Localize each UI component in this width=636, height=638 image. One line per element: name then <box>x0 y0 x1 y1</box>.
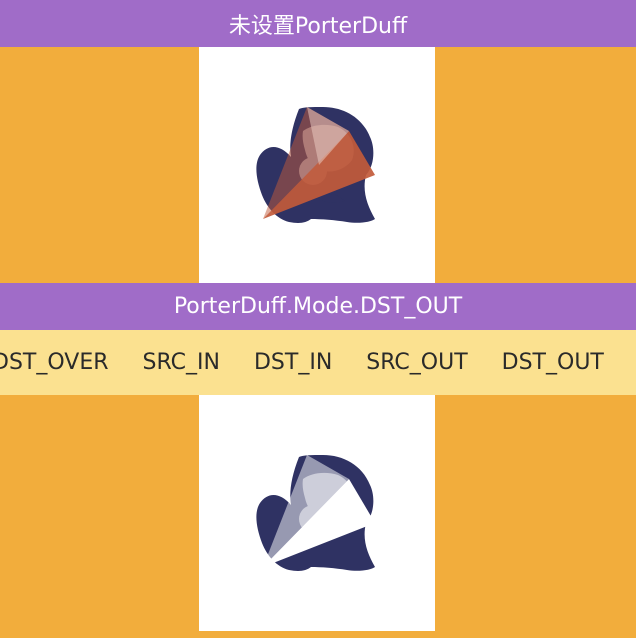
mode-selector-track[interactable]: DST_OVER SRC_IN DST_IN SRC_OUT DST_OUT <box>0 330 621 395</box>
page-title-bar: 未设置PorterDuff <box>0 0 636 47</box>
mode-item-src-in[interactable]: SRC_IN <box>126 350 237 375</box>
mode-selector-strip[interactable]: DST_OVER SRC_IN DST_IN SRC_OUT DST_OUT <box>0 330 636 395</box>
mode-item-dst-in[interactable]: DST_IN <box>237 350 349 375</box>
app-screen: 未设置PorterDuff PorterDuff.Mode.DST_OUT DS… <box>0 0 636 638</box>
destination-logo-cut <box>256 455 375 571</box>
page-title: 未设置PorterDuff <box>228 13 408 39</box>
original-canvas <box>199 47 435 283</box>
mode-item-src-out[interactable]: SRC_OUT <box>349 350 484 375</box>
mode-item-dst-out[interactable]: DST_OUT <box>485 350 621 375</box>
mode-item-dst-over[interactable]: DST_OVER <box>0 350 126 375</box>
original-composite-image <box>256 107 375 223</box>
dst-out-result-image <box>256 455 375 571</box>
result-canvas <box>199 395 435 631</box>
mode-title-bar: PorterDuff.Mode.DST_OUT <box>0 283 636 330</box>
mode-title: PorterDuff.Mode.DST_OUT <box>173 294 463 319</box>
